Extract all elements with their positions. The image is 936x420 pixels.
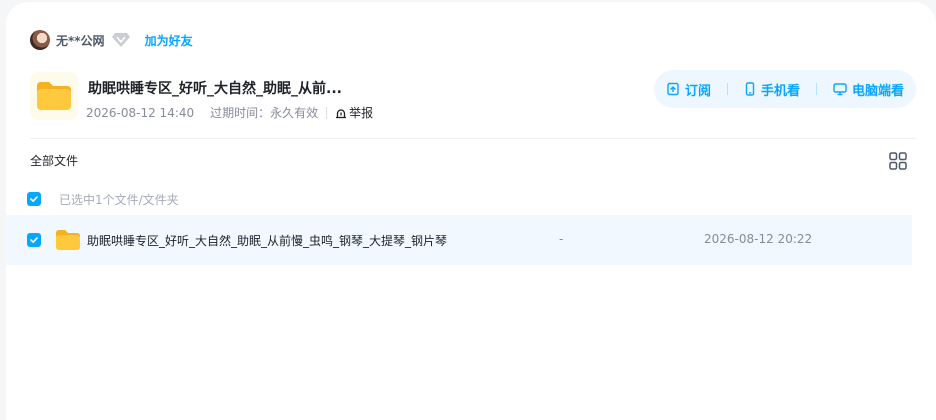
select-all-checkbox[interactable] bbox=[27, 192, 41, 206]
view-actions: 订阅 手机看 电脑端看 bbox=[654, 70, 916, 108]
folder-icon bbox=[56, 230, 80, 250]
diamond-vip-icon bbox=[111, 30, 131, 50]
add-friend-link[interactable]: 加为好友 bbox=[145, 32, 193, 49]
report-label: 举报 bbox=[349, 106, 374, 120]
monitor-icon bbox=[833, 83, 847, 96]
check-icon bbox=[30, 237, 38, 243]
action-divider bbox=[815, 83, 817, 95]
avatar[interactable] bbox=[30, 30, 50, 50]
view-on-phone-button[interactable]: 手机看 bbox=[744, 80, 800, 99]
expire-value: 永久有效 bbox=[270, 106, 319, 120]
check-icon bbox=[30, 196, 38, 202]
grid-view-icon[interactable] bbox=[888, 151, 908, 171]
file-size: - bbox=[559, 232, 564, 246]
view-on-phone-label: 手机看 bbox=[760, 83, 800, 99]
sharer-name[interactable]: 无**公网 bbox=[56, 32, 105, 49]
subscribe-icon bbox=[667, 82, 679, 96]
selection-status: 已选中1个文件/文件夹 bbox=[59, 193, 179, 207]
subscribe-label: 订阅 bbox=[685, 83, 712, 99]
file-modified-date: 2026-08-12 20:22 bbox=[704, 232, 813, 246]
phone-icon bbox=[745, 82, 755, 96]
alarm-icon bbox=[336, 108, 347, 118]
share-meta: 2026-08-12 14:40 过期时间： 永久有效 举报 bbox=[86, 104, 373, 121]
sharer-info: 无**公网 加为好友 bbox=[30, 29, 193, 51]
row-checkbox[interactable] bbox=[27, 233, 41, 247]
share-title: 助眠哄睡专区_好听_大自然_助眠_从前... bbox=[88, 81, 342, 97]
view-on-pc-label: 电脑端看 bbox=[851, 83, 904, 99]
header-divider bbox=[30, 138, 916, 139]
share-created-at: 2026-08-12 14:40 bbox=[86, 105, 195, 120]
table-row[interactable]: 助眠哄睡专区_好听_大自然_助眠_从前慢_虫鸣_钢琴_大提琴_钢片琴 - 202… bbox=[6, 215, 912, 265]
meta-divider bbox=[326, 106, 328, 119]
action-divider bbox=[727, 83, 728, 95]
share-folder-icon bbox=[30, 72, 78, 120]
expire-label: 过期时间： bbox=[210, 106, 271, 120]
file-name[interactable]: 助眠哄睡专区_好听_大自然_助眠_从前慢_虫鸣_钢琴_大提琴_钢片琴 bbox=[87, 232, 447, 249]
share-page-card: 无**公网 加为好友 助眠哄睡专区_好听_大自然_助眠_从前... 2026-0… bbox=[6, 2, 936, 420]
report-button[interactable]: 举报 bbox=[335, 104, 373, 121]
subscribe-button[interactable]: 订阅 bbox=[666, 80, 711, 99]
breadcrumb-root[interactable]: 全部文件 bbox=[30, 152, 78, 169]
view-on-pc-button[interactable]: 电脑端看 bbox=[833, 80, 904, 99]
